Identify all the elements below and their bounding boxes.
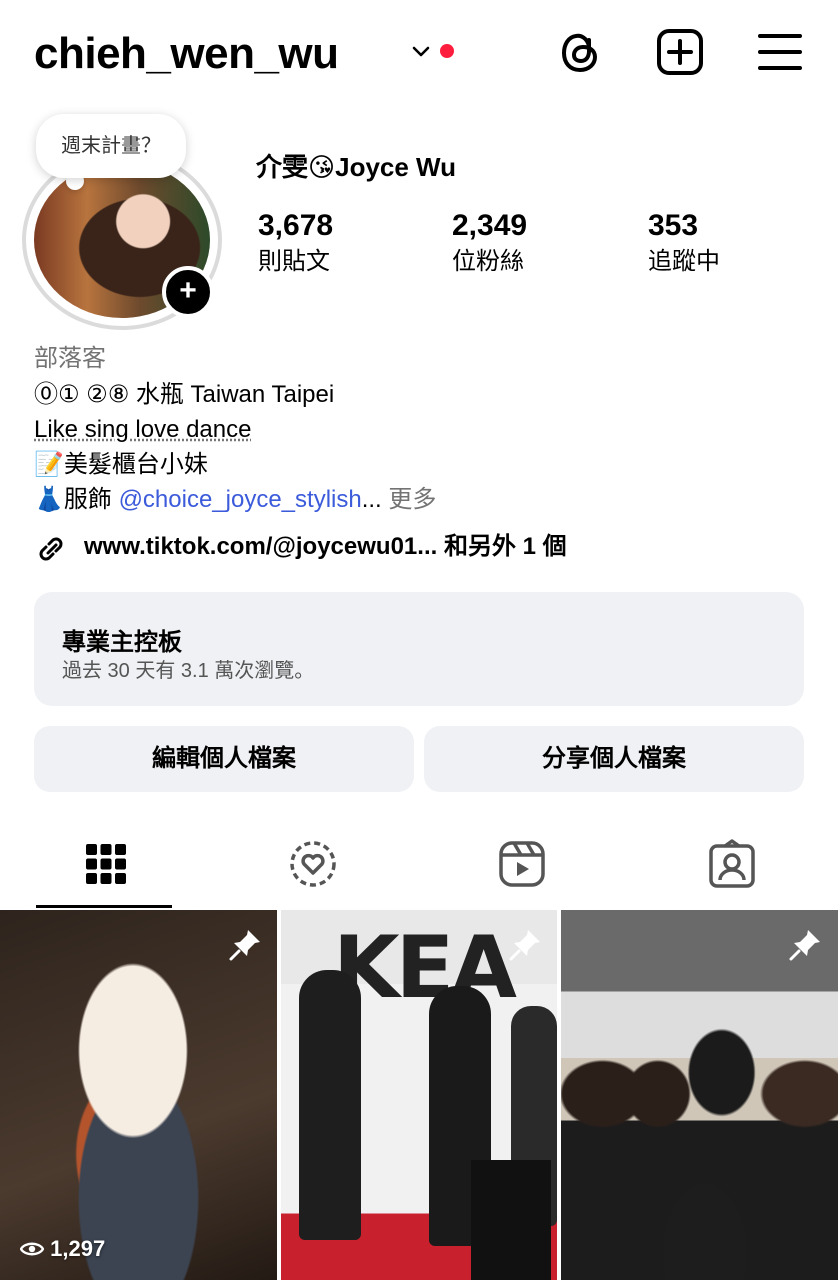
bio-line: Like sing love dance bbox=[34, 416, 252, 443]
following-count[interactable]: 353 bbox=[648, 208, 698, 244]
eye-icon bbox=[19, 1242, 45, 1256]
menu-icon[interactable] bbox=[756, 26, 804, 78]
share-profile-button[interactable]: 分享個人檔案 bbox=[424, 726, 804, 792]
post-thumbnail[interactable]: KEA bbox=[281, 910, 557, 1280]
following-label[interactable]: 追蹤中 bbox=[648, 246, 720, 278]
edit-profile-button[interactable]: 編輯個人檔案 bbox=[34, 726, 414, 792]
display-name: 介雯😘Joyce Wu bbox=[256, 152, 457, 182]
pin-icon bbox=[789, 930, 820, 961]
threads-icon[interactable] bbox=[556, 26, 604, 78]
followers-label[interactable]: 位粉絲 bbox=[452, 246, 524, 278]
note-bubble[interactable]: 週末計畫？ bbox=[36, 114, 186, 178]
link-icon bbox=[39, 537, 63, 561]
posts-count[interactable]: 3,678 bbox=[258, 208, 333, 244]
tagged-circle-icon[interactable] bbox=[287, 838, 339, 890]
followers-count[interactable]: 2,349 bbox=[452, 208, 527, 244]
profile-category: 部落客 bbox=[34, 345, 106, 372]
new-post-icon[interactable] bbox=[656, 26, 704, 78]
posts-label[interactable]: 則貼文 bbox=[258, 246, 330, 278]
more-link[interactable]: 更多 bbox=[382, 486, 436, 513]
view-count: 1,297 bbox=[19, 1236, 106, 1262]
profile-username[interactable]: chieh_wen_wu bbox=[34, 26, 339, 82]
chevron-down-icon[interactable] bbox=[410, 40, 432, 62]
post-thumbnail[interactable] bbox=[561, 910, 838, 1280]
post-thumbnail[interactable] bbox=[0, 910, 277, 1280]
add-story-button[interactable]: + bbox=[162, 266, 214, 318]
bio-links[interactable]: www.tiktok.com/@joycewu01... 和另外 1 個 bbox=[34, 530, 567, 564]
pin-icon bbox=[509, 930, 540, 961]
bio-line: ⓪① ②⑧ 水瓶 Taiwan Taipei bbox=[34, 381, 335, 408]
notification-dot bbox=[440, 44, 454, 58]
mention-link[interactable]: @choice_joyce_stylish bbox=[119, 486, 362, 513]
tagged-person-icon[interactable] bbox=[706, 838, 758, 890]
bio-ellipsis: ... bbox=[361, 486, 382, 513]
dashboard-subtitle: 過去 30 天有 3.1 萬次瀏覽。 bbox=[62, 660, 315, 682]
dashboard-title: 專業主控板 bbox=[62, 629, 182, 656]
grid-icon[interactable] bbox=[80, 838, 132, 890]
bio-text: 👗服飾 bbox=[34, 486, 119, 513]
bio-line: 📝美髮櫃台小妹 bbox=[34, 451, 208, 478]
link-text[interactable]: www.tiktok.com/@joycewu01... 和另外 1 個 bbox=[84, 533, 567, 560]
reels-icon[interactable] bbox=[496, 838, 548, 890]
view-count-value: 1,297 bbox=[50, 1236, 106, 1261]
bio-line-shop: 👗服飾 @choice_joyce_stylish... 更多 bbox=[34, 483, 436, 517]
pin-icon bbox=[229, 930, 260, 961]
active-tab-indicator bbox=[36, 905, 172, 908]
